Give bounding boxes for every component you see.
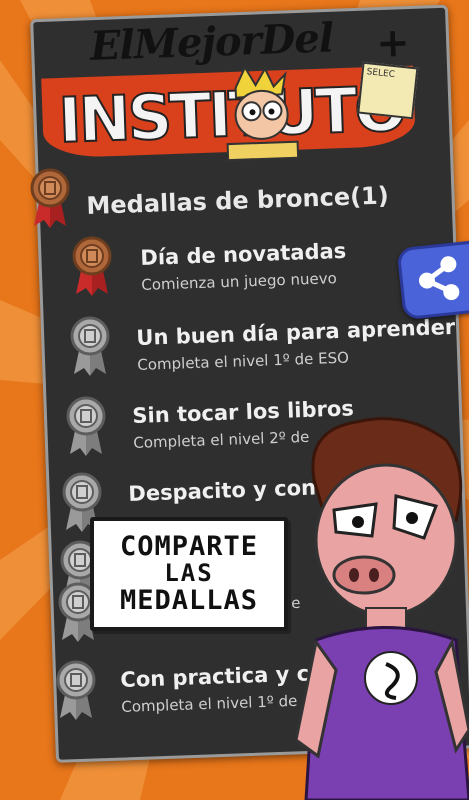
logo-student-icon (226, 65, 300, 162)
pig-mascot-icon (296, 417, 469, 800)
share-medals-callout[interactable]: COMPARTE LAS MEDALLAS (90, 517, 288, 631)
bronze-medal-icon (72, 236, 112, 296)
silver-medal-icon (56, 660, 96, 720)
silver-medal-icon (66, 396, 106, 456)
share-button[interactable] (396, 239, 469, 321)
silver-medal-icon (70, 316, 110, 376)
logo-sign: SELEC (357, 61, 419, 120)
game-logo: ElMejorDel + INSTITUTO SELEC (37, 11, 422, 184)
callout-line-2: LAS (164, 559, 214, 588)
bronze-section-medal-icon (30, 168, 70, 228)
share-icon (418, 256, 460, 301)
logo-plus: + (375, 19, 411, 67)
callout-line-1: COMPARTE (119, 531, 259, 563)
logo-script-text: ElMejorDel (89, 14, 334, 70)
callout-line-3: MEDALLAS (119, 584, 259, 616)
